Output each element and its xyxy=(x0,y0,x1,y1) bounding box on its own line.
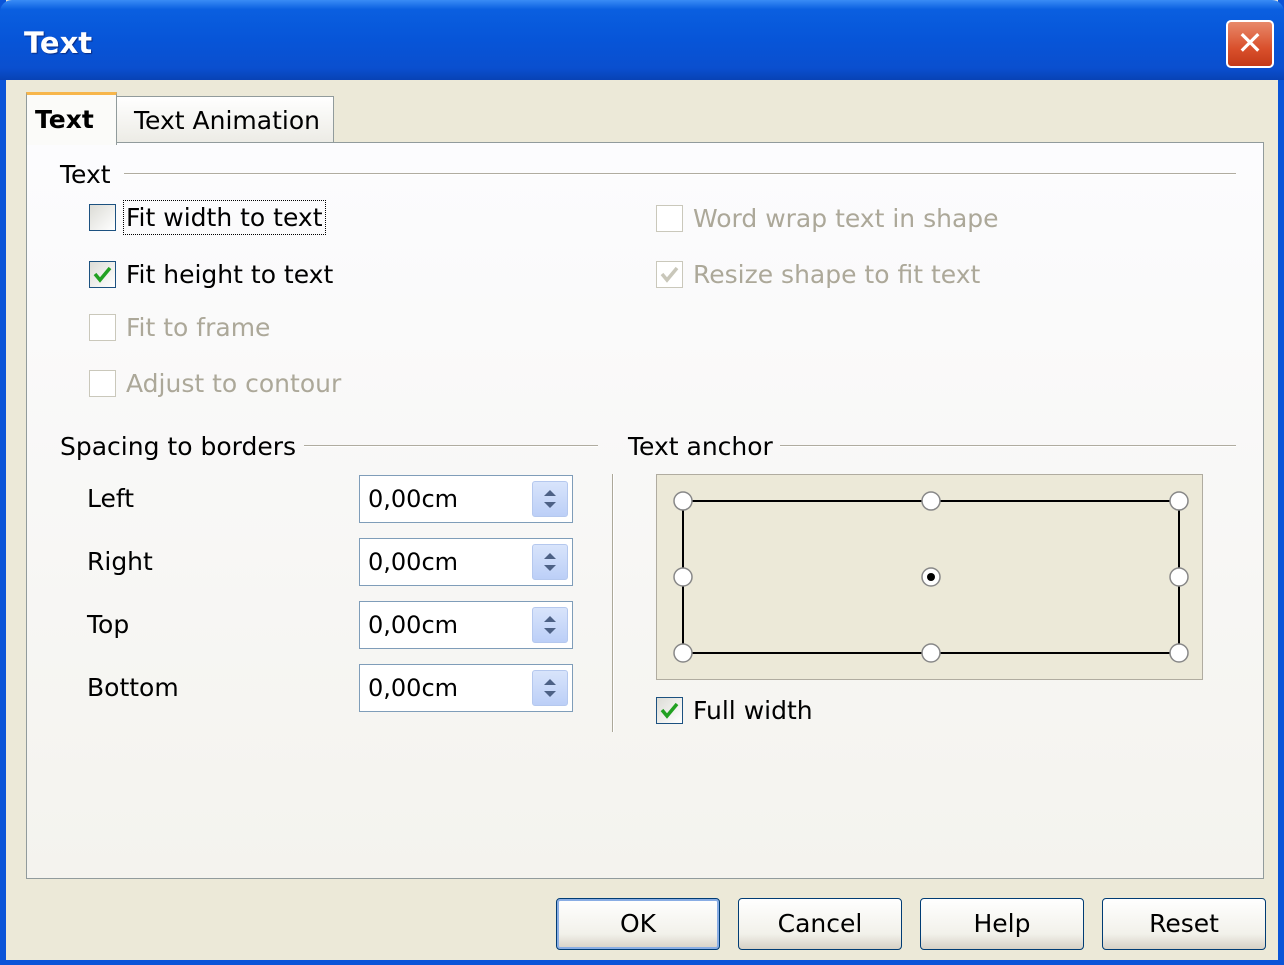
check-icon xyxy=(660,266,679,283)
resize-shape-label: Resize shape to fit text xyxy=(693,260,981,289)
vertical-divider xyxy=(612,474,614,732)
adjust-to-contour-label: Adjust to contour xyxy=(126,369,342,398)
anchor-bottom-center[interactable] xyxy=(921,643,941,663)
top-label: Top xyxy=(87,610,130,639)
anchor-grid xyxy=(673,491,1189,663)
left-spin-field[interactable]: 0,00cm xyxy=(359,475,573,523)
spin-arrows-icon[interactable] xyxy=(532,544,568,580)
text-group-title: Text xyxy=(60,160,111,189)
tab-text-animation[interactable]: Text Animation xyxy=(116,96,334,143)
right-label: Right xyxy=(87,547,153,576)
divider xyxy=(124,173,1236,175)
fit-height-option[interactable]: Fit height to text xyxy=(89,260,333,289)
reset-button[interactable]: Reset xyxy=(1102,898,1266,950)
anchor-center[interactable] xyxy=(921,567,941,587)
bottom-spin-field[interactable]: 0,00cm xyxy=(359,664,573,712)
adjust-to-contour-checkbox xyxy=(89,370,116,397)
word-wrap-checkbox xyxy=(656,205,683,232)
text-anchor-control[interactable] xyxy=(656,474,1203,680)
bottom-label: Bottom xyxy=(87,673,179,702)
word-wrap-label: Word wrap text in shape xyxy=(693,204,999,233)
resize-shape-option: Resize shape to fit text xyxy=(656,260,980,289)
top-value: 0,00cm xyxy=(368,611,459,639)
bottom-value: 0,00cm xyxy=(368,674,459,702)
spin-arrows-icon[interactable] xyxy=(532,481,568,517)
tab-text[interactable]: Text xyxy=(26,92,117,145)
spin-arrows-icon[interactable] xyxy=(532,607,568,643)
fit-to-frame-checkbox xyxy=(89,314,116,341)
full-width-label: Full width xyxy=(693,696,813,725)
fit-to-frame-label: Fit to frame xyxy=(126,313,271,342)
anchor-middle-left[interactable] xyxy=(673,567,693,587)
divider xyxy=(304,445,598,447)
fit-to-frame-option: Fit to frame xyxy=(89,313,270,342)
full-width-option[interactable]: Full width xyxy=(656,696,813,725)
spacing-group-title: Spacing to borders xyxy=(60,432,297,461)
fit-width-label: Fit width to text xyxy=(123,200,326,235)
right-spin-field[interactable]: 0,00cm xyxy=(359,538,573,586)
fit-height-checkbox[interactable] xyxy=(89,261,116,288)
dialog-title: Text xyxy=(24,26,93,60)
close-icon[interactable]: ✕ xyxy=(1226,20,1274,68)
anchor-top-center[interactable] xyxy=(921,491,941,511)
help-button[interactable]: Help xyxy=(920,898,1084,950)
divider xyxy=(780,445,1236,447)
anchor-bottom-right[interactable] xyxy=(1169,643,1189,663)
full-width-checkbox[interactable] xyxy=(656,697,683,724)
adjust-to-contour-option: Adjust to contour xyxy=(89,369,341,398)
top-spin-field[interactable]: 0,00cm xyxy=(359,601,573,649)
check-icon xyxy=(93,266,112,283)
cancel-button[interactable]: Cancel xyxy=(738,898,902,950)
word-wrap-option: Word wrap text in shape xyxy=(656,204,999,233)
right-value: 0,00cm xyxy=(368,548,459,576)
fit-width-option[interactable]: Fit width to text xyxy=(89,200,326,235)
fit-width-checkbox[interactable] xyxy=(89,204,116,231)
left-value: 0,00cm xyxy=(368,485,459,513)
ok-button[interactable]: OK xyxy=(556,898,720,950)
anchor-group-title: Text anchor xyxy=(628,432,773,461)
anchor-middle-right[interactable] xyxy=(1169,567,1189,587)
anchor-top-right[interactable] xyxy=(1169,491,1189,511)
left-label: Left xyxy=(87,484,135,513)
check-icon xyxy=(660,702,679,719)
fit-height-label: Fit height to text xyxy=(126,260,334,289)
anchor-bottom-left[interactable] xyxy=(673,643,693,663)
resize-shape-checkbox xyxy=(656,261,683,288)
anchor-top-left[interactable] xyxy=(673,491,693,511)
spin-arrows-icon[interactable] xyxy=(532,670,568,706)
title-bar[interactable]: Text ✕ xyxy=(0,0,1284,80)
